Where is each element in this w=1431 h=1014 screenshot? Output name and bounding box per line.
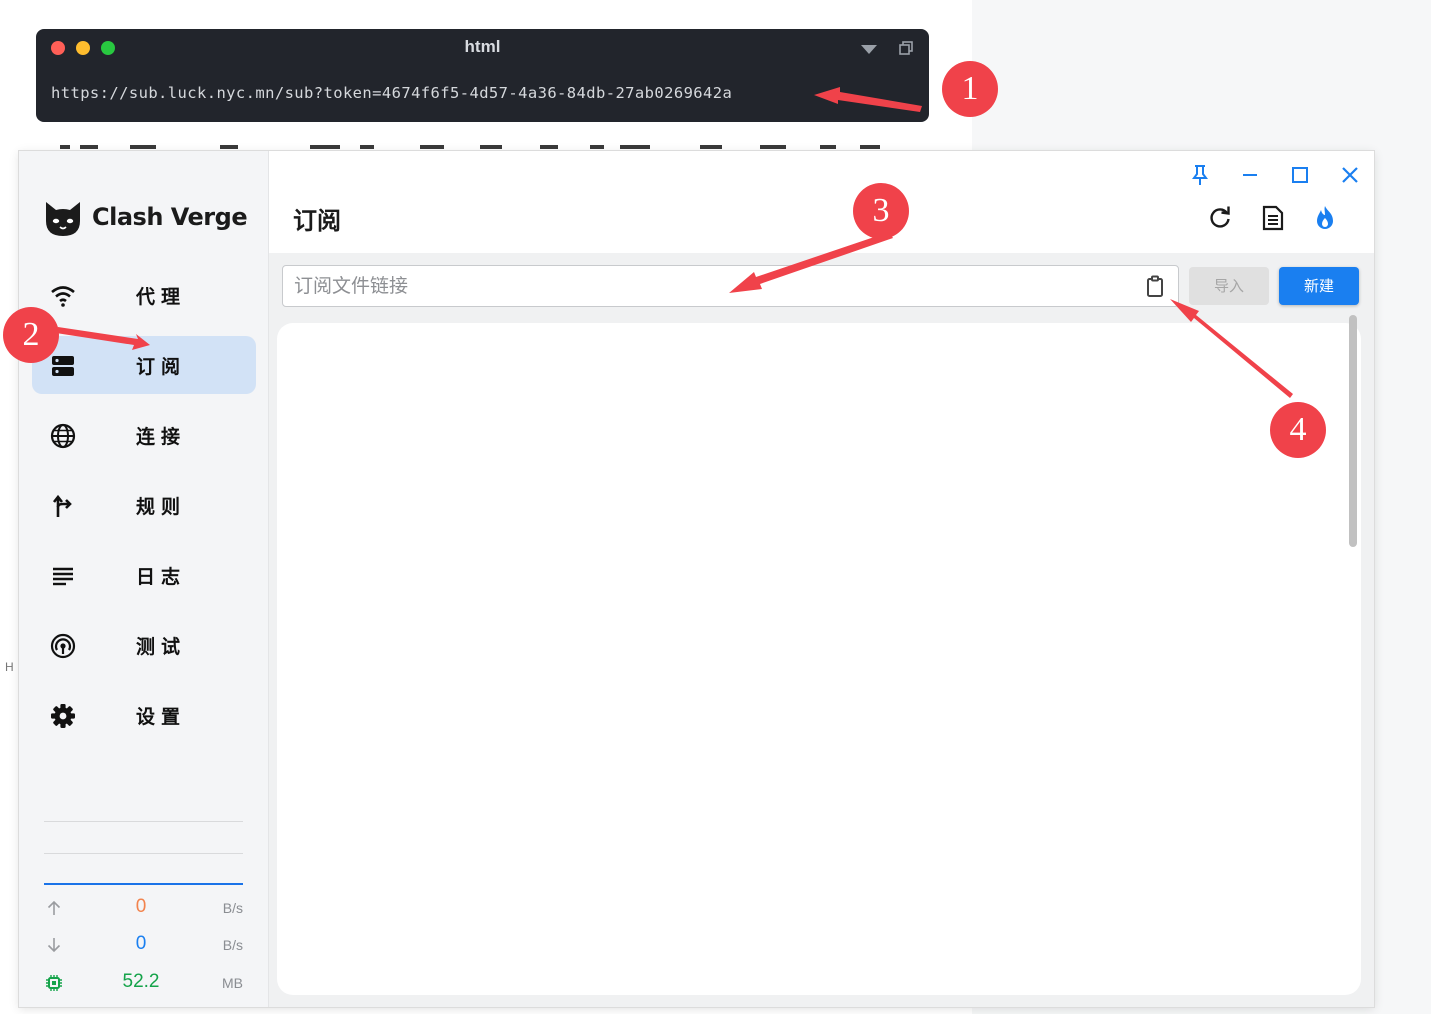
clipboard-paste-icon[interactable] bbox=[1143, 274, 1167, 298]
server-icon bbox=[52, 356, 74, 376]
gear-icon bbox=[51, 704, 75, 728]
nav-label: 连接 bbox=[136, 426, 187, 448]
radar-icon bbox=[50, 633, 76, 659]
download-speed-unit: B/s bbox=[222, 937, 243, 953]
nav-item-connections[interactable]: 连接 bbox=[32, 406, 256, 464]
memory-usage-value: 52.2 bbox=[122, 971, 160, 992]
subscription-url-input[interactable] bbox=[283, 266, 1145, 306]
nav-label: 测试 bbox=[136, 636, 187, 658]
nav-item-rules[interactable]: 规则 bbox=[32, 476, 256, 534]
pin-icon[interactable] bbox=[1188, 163, 1212, 187]
collapse-caret-icon[interactable] bbox=[861, 45, 877, 54]
nav-item-proxy[interactable]: 代理 bbox=[32, 266, 256, 324]
download-arrow-icon bbox=[47, 938, 61, 953]
annotation-badge-1: 1 bbox=[942, 61, 998, 117]
traffic-divider bbox=[44, 853, 243, 854]
header-bar: 订阅 bbox=[269, 151, 1374, 253]
main-content: 订阅 导入 新建 bbox=[269, 151, 1374, 1007]
nav-item-test[interactable]: 测试 bbox=[32, 616, 256, 674]
minimize-icon[interactable] bbox=[1238, 163, 1262, 187]
document-icon[interactable] bbox=[1259, 204, 1287, 232]
nav-label: 规则 bbox=[136, 496, 187, 518]
lines-icon bbox=[53, 567, 73, 586]
memory-usage-unit: MB bbox=[222, 975, 243, 991]
maximize-icon[interactable] bbox=[1288, 163, 1312, 187]
nav-item-logs[interactable]: 日志 bbox=[32, 546, 256, 604]
code-block: html https://sub.luck.nyc.mn/sub?token=4… bbox=[36, 29, 929, 122]
subscription-url-code[interactable]: https://sub.luck.nyc.mn/sub?token=4674f6… bbox=[51, 84, 732, 102]
sidebar: Clash Verge 代理 订阅 连接 规则 日志 测试 设置 0 B/s 0… bbox=[19, 151, 269, 1007]
nav-label: 设置 bbox=[136, 706, 187, 728]
side-note-text: H bbox=[5, 660, 14, 674]
close-icon[interactable] bbox=[1338, 163, 1362, 187]
annotation-badge-4: 4 bbox=[1270, 402, 1326, 458]
download-speed-value: 0 bbox=[135, 933, 147, 954]
profile-list-area bbox=[277, 323, 1361, 995]
partially-hidden-text bbox=[60, 145, 880, 149]
upload-speed-unit: B/s bbox=[222, 900, 243, 916]
new-button[interactable]: 新建 bbox=[1279, 267, 1359, 305]
scrollbar[interactable] bbox=[1349, 315, 1357, 547]
cat-logo-icon bbox=[46, 202, 80, 236]
import-button[interactable]: 导入 bbox=[1189, 267, 1269, 305]
wifi-icon bbox=[51, 286, 75, 307]
nav-item-subscription[interactable]: 订阅 bbox=[32, 336, 256, 394]
nav-label: 订阅 bbox=[136, 356, 187, 378]
memory-chip-icon bbox=[46, 975, 62, 991]
clash-verge-window: Clash Verge 代理 订阅 连接 规则 日志 测试 设置 0 B/s 0… bbox=[19, 151, 1374, 1007]
subscription-url-field[interactable] bbox=[282, 265, 1179, 307]
copy-icon[interactable] bbox=[899, 41, 913, 55]
refresh-icon[interactable] bbox=[1206, 204, 1234, 232]
nav-item-settings[interactable]: 设置 bbox=[32, 686, 256, 744]
page-title: 订阅 bbox=[293, 207, 341, 235]
nav-label: 代理 bbox=[136, 286, 187, 308]
fork-icon bbox=[52, 494, 72, 517]
upload-arrow-icon bbox=[47, 900, 61, 915]
traffic-divider bbox=[44, 821, 243, 822]
app-brand: Clash Verge bbox=[92, 203, 248, 231]
flame-icon[interactable] bbox=[1311, 204, 1339, 232]
nav-label: 日志 bbox=[136, 566, 187, 588]
traffic-graph-line bbox=[44, 883, 243, 885]
annotation-badge-2: 2 bbox=[3, 307, 59, 363]
code-block-language: html bbox=[464, 37, 501, 56]
upload-speed-value: 0 bbox=[135, 896, 147, 917]
globe-icon bbox=[50, 423, 76, 449]
annotation-badge-3: 3 bbox=[853, 183, 909, 239]
